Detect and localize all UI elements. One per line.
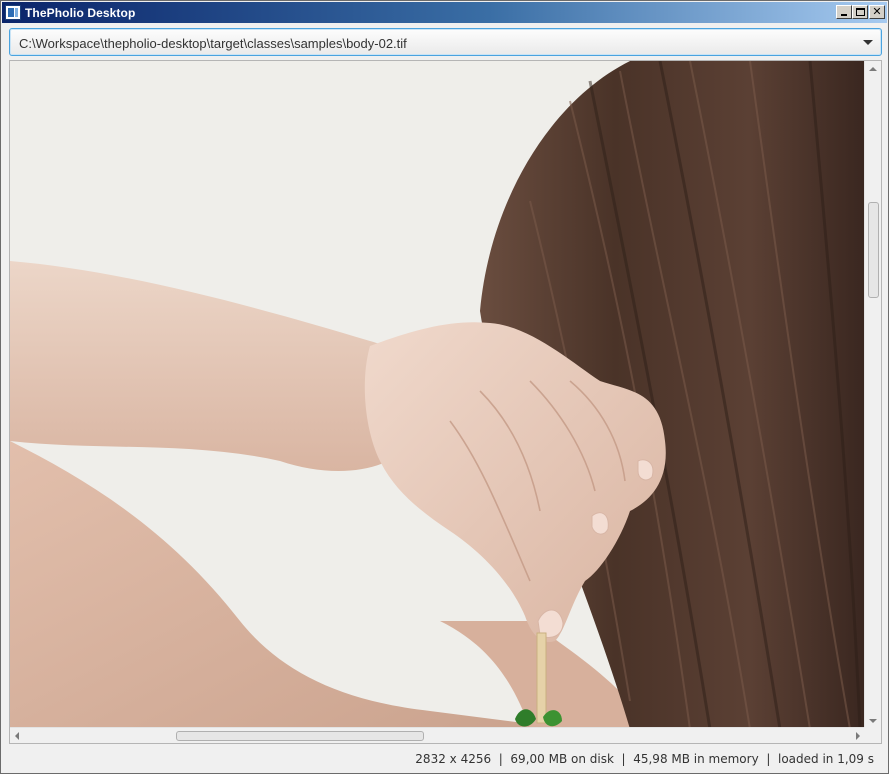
minimize-icon: [841, 14, 847, 16]
status-load-time: loaded in 1,09 s: [778, 752, 874, 766]
file-path-value: C:\Workspace\thepholio-desktop\target\cl…: [19, 36, 407, 51]
status-dimensions: 2832 x 4256: [415, 752, 492, 766]
close-button[interactable]: ✕: [869, 5, 885, 19]
maximize-button[interactable]: [852, 5, 868, 19]
status-separator: |: [491, 752, 511, 766]
horizontal-scrollbar[interactable]: [10, 727, 865, 743]
close-icon: ✕: [872, 5, 882, 18]
status-separator: |: [613, 752, 634, 766]
scroll-right-icon[interactable]: [856, 732, 860, 740]
status-bar: 2832 x 4256 | 69,00 MB on disk | 45,98 M…: [1, 747, 888, 773]
status-disk-size: 69,00 MB on disk: [510, 752, 614, 766]
title-bar[interactable]: ThePholio Desktop ✕: [2, 2, 887, 23]
scroll-up-icon[interactable]: [869, 67, 877, 71]
app-icon: [5, 5, 21, 20]
horizontal-scroll-thumb[interactable]: [176, 731, 424, 741]
app-window: ThePholio Desktop ✕ C:\Workspace\thephol…: [0, 0, 889, 774]
vertical-scroll-thumb[interactable]: [868, 202, 879, 298]
status-separator: |: [758, 752, 778, 766]
scroll-left-icon[interactable]: [15, 732, 19, 740]
scroll-corner: [864, 727, 881, 743]
photo-illustration: [10, 61, 865, 729]
maximize-icon: [856, 8, 865, 16]
image-viewer[interactable]: [9, 60, 882, 744]
window-title: ThePholio Desktop: [25, 6, 136, 20]
file-path-combobox[interactable]: C:\Workspace\thepholio-desktop\target\cl…: [9, 28, 882, 56]
chevron-down-icon[interactable]: [863, 40, 873, 45]
minimize-button[interactable]: [836, 5, 852, 19]
photo-image[interactable]: [10, 61, 865, 729]
vertical-scrollbar[interactable]: [864, 61, 881, 729]
status-text: 2832 x 4256 | 69,00 MB on disk | 45,98 M…: [415, 752, 874, 766]
status-memory-size: 45,98 MB in memory: [633, 752, 759, 766]
scroll-down-icon[interactable]: [869, 719, 877, 723]
